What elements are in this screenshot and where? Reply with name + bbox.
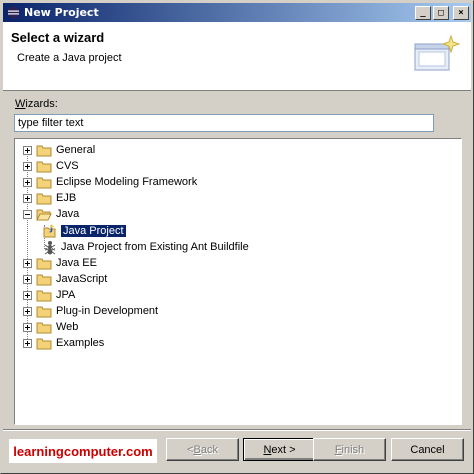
tree-item-java[interactable]: Java xyxy=(15,206,79,222)
tree-item-examples[interactable]: Examples xyxy=(15,335,104,351)
tree-item-jpa[interactable]: JPA xyxy=(15,287,75,303)
folder-icon xyxy=(36,145,52,156)
wizard-tree[interactable]: General CVS Eclipse Modeling Framework E… xyxy=(14,138,462,425)
folder-icon xyxy=(36,161,52,172)
expand-icon[interactable] xyxy=(23,322,32,332)
tree-item-label: EJB xyxy=(56,192,77,204)
tree-item-eclipse-modeling-framework[interactable]: Eclipse Modeling Framework xyxy=(15,174,197,190)
tree-item-javascript[interactable]: JavaScript xyxy=(15,271,107,287)
folder-icon xyxy=(36,274,52,285)
tree-item-label: Java xyxy=(56,208,80,220)
tree-item-label: Examples xyxy=(56,337,105,349)
ant-icon xyxy=(44,241,56,255)
wizards-label: Wizards: xyxy=(15,98,58,110)
separator xyxy=(3,429,471,431)
folder-icon xyxy=(36,193,52,204)
expand-icon[interactable] xyxy=(23,274,32,284)
cancel-button[interactable]: Cancel xyxy=(391,438,464,461)
folder-icon xyxy=(36,322,52,333)
tree-item-cvs[interactable]: CVS xyxy=(15,158,79,174)
title-bar[interactable]: New Project _ □ × xyxy=(3,3,471,22)
new-project-wizard-icon xyxy=(411,30,463,82)
tree-item-java-project-from-ant[interactable]: Java Project from Existing Ant Buildfile xyxy=(42,239,249,255)
expand-icon[interactable] xyxy=(23,177,32,187)
window-title: New Project xyxy=(24,6,99,19)
tree-item-label: Eclipse Modeling Framework xyxy=(56,176,198,188)
branding-watermark: learningcomputer.com xyxy=(9,439,157,463)
page-description: Create a Java project xyxy=(17,52,122,64)
wizard-header: Select a wizard Create a Java project xyxy=(3,22,471,91)
folder-icon xyxy=(36,290,52,301)
filter-input[interactable] xyxy=(14,114,434,132)
tree-item-java-ee[interactable]: Java EE xyxy=(15,255,97,271)
page-title: Select a wizard xyxy=(11,30,105,45)
maximize-icon[interactable]: □ xyxy=(433,5,449,20)
folder-icon xyxy=(36,306,52,317)
minimize-icon[interactable]: _ xyxy=(415,5,431,20)
expand-icon[interactable] xyxy=(23,306,32,316)
tree-item-label: CVS xyxy=(56,160,79,172)
tree-item-label: Java Project from Existing Ant Buildfile xyxy=(61,241,249,253)
tree-item-label: JPA xyxy=(56,289,76,301)
tree-item-java-project[interactable]: J Java Project xyxy=(42,223,127,239)
expand-icon[interactable] xyxy=(23,258,32,268)
folder-icon xyxy=(36,258,52,269)
new-project-dialog: New Project _ □ × Select a wizard Create… xyxy=(0,0,474,474)
folder-icon xyxy=(36,177,52,188)
finish-button[interactable]: Finish xyxy=(313,438,386,461)
folder-icon xyxy=(36,338,52,349)
close-icon[interactable]: × xyxy=(453,5,469,20)
expand-icon[interactable] xyxy=(23,161,32,171)
tree-item-ejb[interactable]: EJB xyxy=(15,190,76,206)
expand-icon[interactable] xyxy=(23,290,32,300)
tree-item-label: Java EE xyxy=(56,257,97,269)
collapse-icon[interactable] xyxy=(23,209,32,219)
expand-icon[interactable] xyxy=(23,338,32,348)
expand-icon[interactable] xyxy=(23,193,32,203)
tree-item-label: JavaScript xyxy=(56,273,108,285)
next-button[interactable]: Next > xyxy=(243,438,316,461)
tree-item-label: Web xyxy=(56,321,79,333)
tree-item-web[interactable]: Web xyxy=(15,319,78,335)
open-folder-icon xyxy=(36,209,52,220)
tree-item-label: Plug-in Development xyxy=(56,305,159,317)
back-button[interactable]: < Back xyxy=(166,438,239,461)
java-project-icon: J xyxy=(43,224,56,238)
tree-item-label: Java Project xyxy=(60,224,127,238)
eclipse-icon xyxy=(6,6,20,20)
expand-icon[interactable] xyxy=(23,145,32,155)
tree-item-label: General xyxy=(56,144,96,156)
tree-item-general[interactable]: General xyxy=(15,142,95,158)
tree-item-plug-in-development[interactable]: Plug-in Development xyxy=(15,303,158,319)
